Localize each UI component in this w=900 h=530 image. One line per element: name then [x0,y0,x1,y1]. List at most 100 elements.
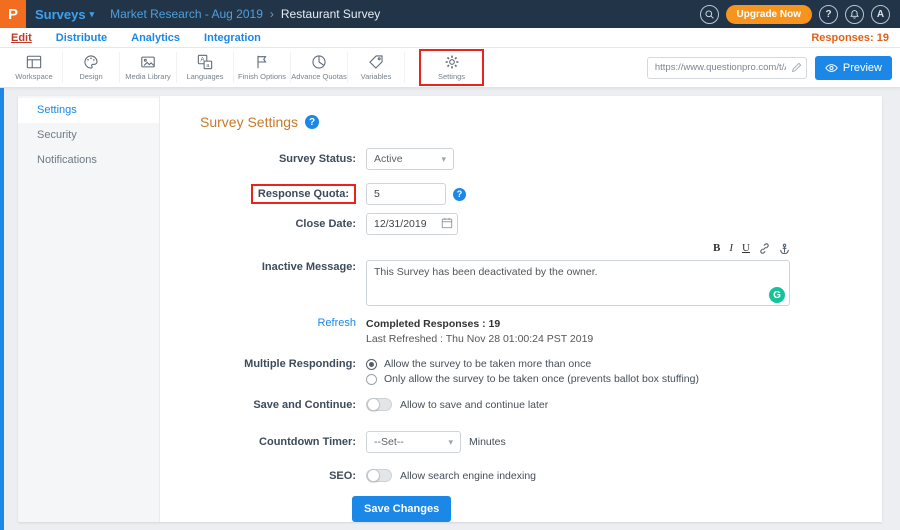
toolbar-right: Preview [647,56,894,80]
multiple-responding-label: Multiple Responding: [200,357,356,370]
avatar[interactable]: A [871,5,890,24]
title-row: Survey Settings ? [200,114,858,130]
settings-main: Survey Settings ? Survey Status: Active … [160,96,882,522]
help-button[interactable]: ? [819,5,838,24]
search-icon [704,9,715,20]
calendar-icon[interactable] [441,217,453,229]
breadcrumb: Market Research - Aug 2019 › Restaurant … [110,7,380,21]
anchor-icon [779,243,790,254]
questionpro-logo[interactable]: P [0,0,26,28]
tool-media-library[interactable]: Media Library [120,52,177,83]
settings-sidebar: Settings Security Notifications [18,96,160,522]
radio-button-checked[interactable] [366,359,377,370]
settings-panel: Settings Security Notifications Survey S… [18,96,882,522]
nav-tab-analytics[interactable]: Analytics [131,32,180,44]
survey-status-select[interactable]: Active ▾ [366,148,454,170]
radio-option-only-once[interactable]: Only allow the survey to be taken once (… [366,373,699,385]
nav-tab-edit[interactable]: Edit [11,32,32,44]
survey-nav: Edit Distribute Analytics Integration Re… [0,28,900,48]
inactive-message-label: Inactive Message: [200,241,356,273]
preview-button[interactable]: Preview [815,56,892,80]
languages-icon: Aa [197,54,213,70]
eye-icon [825,63,838,73]
sidebar-item-security[interactable]: Security [18,123,159,148]
seo-label: SEO: [200,470,356,482]
refresh-link[interactable]: Refresh [317,317,356,329]
tool-finish-options[interactable]: Finish Options [234,52,291,83]
finish-flag-icon [254,54,270,70]
close-date-field [366,213,458,235]
inactive-message-textarea[interactable]: This Survey has been deactivated by the … [366,260,790,306]
grammarly-icon[interactable]: G [769,287,785,303]
survey-status-label: Survey Status: [200,153,356,165]
tool-workspace[interactable]: Workspace [6,52,63,83]
response-quota-help-icon[interactable]: ? [453,188,466,201]
quota-pie-icon [311,54,327,70]
seo-row: SEO: Allow search engine indexing [200,469,858,482]
tool-settings-label: Settings [438,72,465,81]
notifications-button[interactable] [845,5,864,24]
inactive-message-row: Inactive Message: B I U [200,241,858,311]
bold-button[interactable]: B [713,243,720,254]
save-continue-label: Save and Continue: [200,399,356,411]
countdown-timer-row: Countdown Timer: --Set-- ▾ Minutes [200,431,858,453]
bell-icon [849,9,860,20]
breadcrumb-separator-icon: › [270,7,274,21]
tool-media-library-label: Media Library [125,72,170,81]
multiple-responding-row: Multiple Responding: Allow the survey to… [200,357,858,385]
radio-option-2-label: Only allow the survey to be taken once (… [384,373,699,385]
save-changes-button[interactable]: Save Changes [352,496,451,522]
responses-count[interactable]: Responses: 19 [811,32,889,44]
media-library-icon [140,54,156,70]
save-continue-toggle[interactable] [366,398,392,411]
underline-button[interactable]: U [742,243,750,254]
link-button[interactable] [759,243,770,254]
nav-tab-distribute[interactable]: Distribute [56,32,107,44]
surveys-menu[interactable]: Surveys ▾ [35,7,94,22]
response-quota-row: Response Quota: ? [200,183,858,205]
tool-languages-label: Languages [186,72,223,81]
tool-variables[interactable]: Variables [348,52,405,83]
tool-variables-label: Variables [361,72,392,81]
surveys-menu-label: Surveys [35,7,86,22]
response-quota-highlight-box: Response Quota: [251,184,356,204]
radio-button-unchecked[interactable] [366,374,377,385]
breadcrumb-project[interactable]: Market Research - Aug 2019 [110,7,263,21]
radio-option-more-than-once[interactable]: Allow the survey to be taken more than o… [366,358,591,370]
sidebar-item-settings[interactable]: Settings [18,98,159,123]
title-help-icon[interactable]: ? [305,115,319,129]
pencil-icon[interactable] [791,62,802,73]
tool-advance-quotas[interactable]: Advance Quotas [291,52,348,83]
toggle-knob [367,398,380,411]
preview-label: Preview [843,62,882,74]
countdown-timer-select[interactable]: --Set-- ▾ [366,431,461,453]
toggle-knob [367,469,380,482]
radio-option-1-label: Allow the survey to be taken more than o… [384,358,591,370]
tool-languages[interactable]: Aa Languages [177,52,234,83]
upgrade-button[interactable]: Upgrade Now [726,5,812,24]
topbar-actions: Upgrade Now ? A [700,5,890,24]
survey-url-input[interactable] [647,57,807,79]
edit-toolbar: Workspace Design Media Library Aa Langua… [0,48,900,88]
tool-advance-quotas-label: Advance Quotas [291,72,346,81]
save-continue-row: Save and Continue: Allow to save and con… [200,398,858,411]
search-button[interactable] [700,5,719,24]
anchor-button[interactable] [779,243,790,254]
format-toolbar: B I U [713,241,790,255]
countdown-timer-value: --Set-- [374,436,404,448]
chevron-down-icon: ▾ [448,437,453,448]
nav-tab-integration[interactable]: Integration [204,32,261,44]
response-quota-input[interactable] [366,183,446,205]
breadcrumb-survey: Restaurant Survey [281,7,380,21]
settings-highlight-box: Settings [419,49,484,86]
left-accent-bar [0,88,4,530]
tool-workspace-label: Workspace [15,72,52,81]
tool-settings[interactable]: Settings [423,52,480,83]
italic-button[interactable]: I [729,243,733,254]
sidebar-item-notifications[interactable]: Notifications [18,148,159,173]
variables-tag-icon [368,54,384,70]
chevron-down-icon: ▾ [441,154,446,165]
save-continue-text: Allow to save and continue later [400,399,548,411]
seo-toggle[interactable] [366,469,392,482]
tool-design[interactable]: Design [63,52,120,83]
